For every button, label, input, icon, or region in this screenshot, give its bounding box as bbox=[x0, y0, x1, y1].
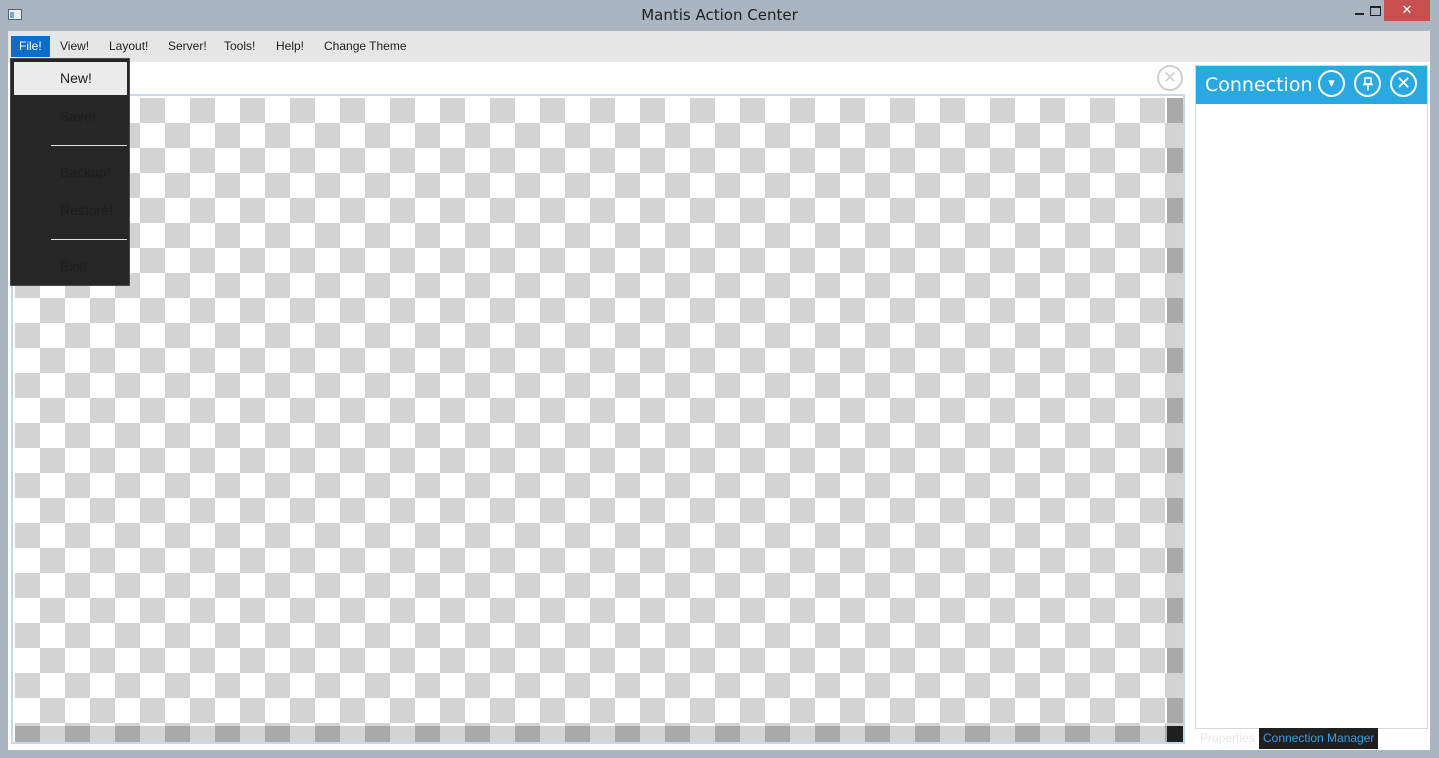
menu-bar: File! View! Layout! Server! Tools! Help!… bbox=[8, 31, 1430, 62]
close-window-button[interactable]: ✕ bbox=[1384, 0, 1430, 21]
panel-header: Connection ▾ ✕ bbox=[1196, 66, 1427, 104]
checkerboard-surface[interactable] bbox=[15, 98, 1167, 726]
connection-panel: Connection ▾ ✕ bbox=[1195, 65, 1428, 729]
panel-close-icon[interactable]: ✕ bbox=[1390, 70, 1417, 97]
menu-help[interactable]: Help! bbox=[276, 36, 304, 57]
menu-item-restore[interactable]: Restore! bbox=[14, 194, 127, 227]
app-window: Mantis Action Center ✕ File! View! Layou… bbox=[0, 0, 1439, 758]
menu-change-theme[interactable]: Change Theme bbox=[324, 36, 407, 57]
pin-icon bbox=[1362, 76, 1373, 90]
menu-file[interactable]: File! bbox=[11, 36, 50, 57]
scrollbar-corner bbox=[1167, 726, 1183, 742]
design-canvas[interactable] bbox=[11, 94, 1185, 744]
document-close-icon[interactable]: ✕ bbox=[1157, 65, 1183, 91]
window-title: Mantis Action Center bbox=[641, 6, 798, 24]
menu-item-exit[interactable]: Exit! bbox=[14, 250, 127, 283]
panel-title: Connection bbox=[1205, 74, 1313, 96]
tab-properties[interactable]: Properties bbox=[1196, 728, 1259, 749]
menu-server[interactable]: Server! bbox=[168, 36, 207, 57]
menu-separator bbox=[51, 239, 127, 240]
panel-dropdown-icon[interactable]: ▾ bbox=[1318, 70, 1345, 97]
vertical-scrollbar[interactable] bbox=[1167, 98, 1183, 726]
tab-connection-manager[interactable]: Connection Manager bbox=[1259, 728, 1379, 749]
menu-separator bbox=[51, 145, 127, 146]
menu-item-new[interactable]: New! bbox=[14, 62, 127, 95]
menu-layout[interactable]: Layout! bbox=[109, 36, 148, 57]
horizontal-scrollbar[interactable] bbox=[15, 726, 1167, 742]
menu-tools[interactable]: Tools! bbox=[224, 36, 255, 57]
client-area: File! View! Layout! Server! Tools! Help!… bbox=[8, 31, 1430, 750]
panel-pin-icon[interactable] bbox=[1354, 70, 1381, 97]
title-bar[interactable]: Mantis Action Center ✕ bbox=[0, 0, 1439, 31]
maximize-icon bbox=[1369, 5, 1381, 16]
file-dropdown-menu: New! Save! Backup! Restore! Exit! bbox=[10, 58, 130, 286]
menu-item-backup[interactable]: Backup! bbox=[14, 156, 127, 189]
menu-view[interactable]: View! bbox=[60, 36, 89, 57]
menu-item-save[interactable]: Save! bbox=[14, 100, 127, 133]
